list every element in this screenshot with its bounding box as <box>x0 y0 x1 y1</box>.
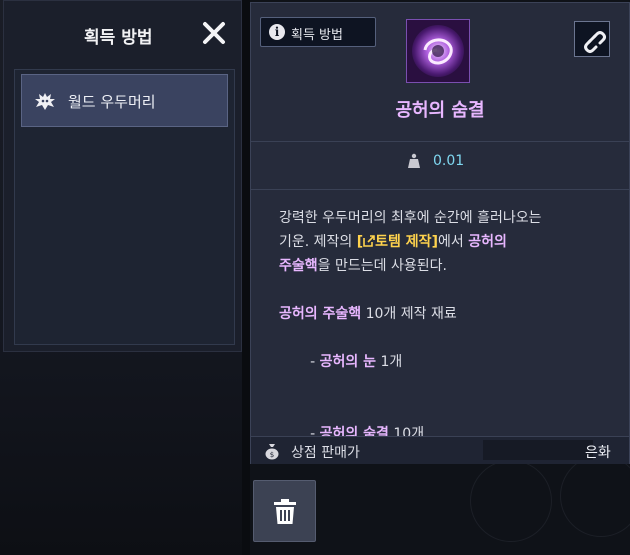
item-name: 공허의 숨결 <box>395 100 485 121</box>
acquisition-panel: 획득 방법 월드 우두머리 <box>3 0 242 352</box>
background-decoration <box>470 460 552 542</box>
sell-price-value <box>483 440 593 460</box>
weight-icon <box>407 153 421 169</box>
acquisition-method-badge[interactable]: i 획득 방법 <box>260 17 376 47</box>
svg-text:$: $ <box>270 451 274 459</box>
acquisition-item-label: 월드 우두머리 <box>68 93 156 111</box>
money-bag-icon: $ <box>263 442 281 460</box>
badge-label: 획득 방법 <box>291 28 343 43</box>
totem-craft-link[interactable]: [토템 제작] <box>357 234 438 250</box>
world-boss-icon <box>34 91 56 111</box>
item-tooltip-card: i 획득 방법 공허의 숨결 0.01 강력한 우두머리의 최후에 순간에 흘러… <box>250 2 630 464</box>
delete-button[interactable] <box>253 480 316 542</box>
description-line: 기운. 제작의 [토템 제작]에서 공허의 <box>279 234 507 250</box>
acquisition-list: 월드 우두머리 <box>14 69 235 345</box>
sell-currency: 은화 <box>585 445 611 461</box>
description-line: 강력한 우두머리의 최후에 순간에 흘러나오는 <box>279 210 542 226</box>
weight-value: 0.01 <box>433 153 465 169</box>
void-essence-icon <box>406 19 470 83</box>
close-icon[interactable] <box>200 19 228 47</box>
divider-strip <box>242 0 250 555</box>
trash-icon <box>274 499 296 524</box>
acquisition-panel-header: 획득 방법 <box>4 1 241 69</box>
link-button[interactable] <box>574 21 610 57</box>
recipe-header: 공허의 주술핵 10개 제작 재료 <box>279 306 457 322</box>
sell-price-label: 상점 판매가 <box>291 445 360 461</box>
external-link-icon <box>363 234 375 250</box>
separator <box>251 141 629 142</box>
description-line: 주술핵을 만드는데 사용된다. <box>279 258 447 274</box>
acquisition-panel-title: 획득 방법 <box>84 28 153 48</box>
recipe-ingredient: - 공허의 눈 1개 <box>305 354 403 370</box>
sell-price-row: $ 상점 판매가 은화 <box>251 436 629 464</box>
separator <box>251 189 629 190</box>
item-description: 강력한 우두머리의 최후에 순간에 흘러나오는 기운. 제작의 [토템 제작]에… <box>279 206 609 470</box>
info-icon: i <box>269 24 285 40</box>
link-icon <box>575 31 609 60</box>
weight-row: 0.01 <box>251 143 629 189</box>
acquisition-item-world-boss[interactable]: 월드 우두머리 <box>21 74 228 127</box>
